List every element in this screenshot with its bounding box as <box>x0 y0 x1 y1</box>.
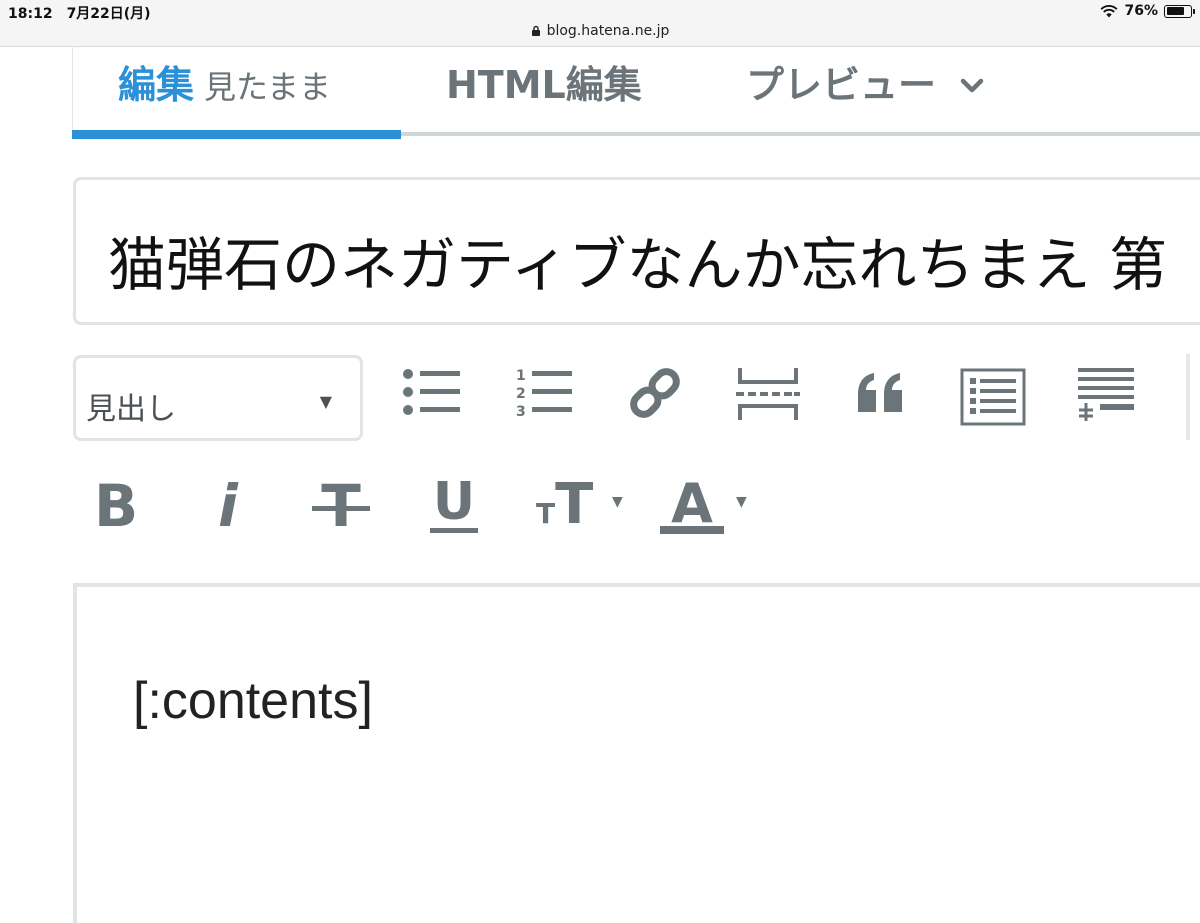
battery-icon <box>1164 4 1195 18</box>
chevron-down-icon <box>960 78 984 93</box>
title-input[interactable]: 猫弾石のネガティブなんか忘れちまえ 第 <box>73 177 1200 325</box>
toolbar-separator <box>1186 354 1190 440</box>
bullet-list-icon <box>403 369 460 415</box>
title-text: 猫弾石のネガティブなんか忘れちまえ 第 <box>108 231 1167 299</box>
numbered-list-digit-3: 3 <box>516 404 526 420</box>
footnote-icon <box>1078 368 1134 421</box>
content-editor[interactable]: [:contents] <box>73 583 1200 923</box>
status-indicators: 76% <box>1100 3 1195 19</box>
text-color-button[interactable]: A <box>660 472 724 535</box>
link-button[interactable] <box>626 364 684 422</box>
address-bar[interactable]: blog.hatena.ne.jp <box>0 23 1200 39</box>
strikethrough-button[interactable]: T <box>312 472 370 540</box>
status-time: 18:12 7月22日(月) <box>8 6 151 22</box>
font-size-large-t: T <box>555 472 594 537</box>
tab-wysiwyg[interactable]: 編集 見たまま <box>118 54 331 109</box>
table-of-contents-button[interactable] <box>960 368 1026 426</box>
tab-html[interactable]: HTML編集 <box>446 54 642 109</box>
table-of-contents-icon <box>960 368 1026 426</box>
insert-more-button[interactable] <box>736 368 800 422</box>
numbered-list-digit-1: 1 <box>516 368 526 384</box>
quote-icon <box>858 373 902 412</box>
url-text: blog.hatena.ne.jp <box>546 23 670 39</box>
numbered-list-icon: 1 2 3 <box>516 368 572 420</box>
font-size-button[interactable]: TT <box>536 472 593 537</box>
underline-button[interactable]: U <box>430 472 478 533</box>
link-icon <box>630 368 680 418</box>
italic-button[interactable]: i <box>218 472 238 540</box>
numbered-list-digit-2: 2 <box>516 386 526 402</box>
battery-percent: 76% <box>1124 3 1158 19</box>
lock-icon <box>531 25 540 36</box>
dropdown-arrow-icon: ▼ <box>319 392 332 411</box>
strike-line <box>312 506 370 511</box>
more-divider-icon <box>736 368 800 420</box>
underline-bar <box>430 528 478 533</box>
tab-active-indicator <box>72 130 401 139</box>
tab-wysiwyg-label: 編集 <box>118 63 195 107</box>
quote-button[interactable] <box>856 372 906 412</box>
status-bar: 18:12 7月22日(月) blog.hatena.ne.jp 76% <box>0 0 1200 47</box>
text-color-caret-icon: ▼ <box>736 494 747 510</box>
numbered-list-button[interactable]: 1 2 3 <box>512 366 572 420</box>
text-color-bar <box>660 526 724 534</box>
font-size-caret-icon: ▼ <box>612 494 623 510</box>
wifi-icon <box>1101 4 1118 17</box>
underline-label: U <box>432 472 476 532</box>
heading-select-value: 見出し <box>86 392 176 427</box>
bold-button[interactable]: B <box>94 472 138 540</box>
heading-select[interactable]: 見出し ▼ <box>73 355 363 441</box>
tab-preview[interactable]: プレビュー <box>746 54 984 109</box>
tab-wysiwyg-sub: 見たまま <box>204 68 332 106</box>
footnote-button[interactable] <box>1076 368 1136 422</box>
bullet-list-button[interactable] <box>400 366 460 418</box>
editor-mode-tabs: 編集 見たまま HTML編集 プレビュー <box>72 46 1200 141</box>
font-size-small-t: T <box>536 497 556 530</box>
editor-content: [:contents] <box>133 672 373 730</box>
tab-preview-label: プレビュー <box>746 63 937 107</box>
